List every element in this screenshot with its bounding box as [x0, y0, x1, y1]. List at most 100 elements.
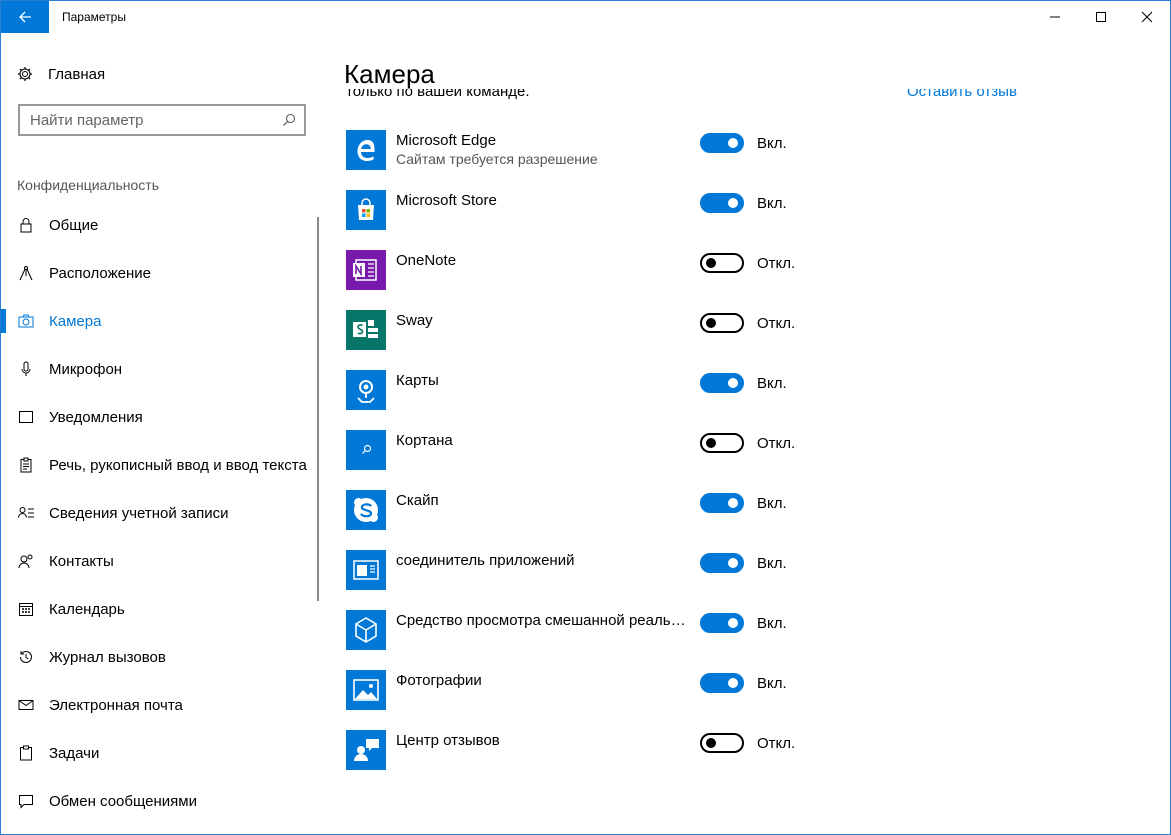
camera-access-toggle[interactable] — [700, 253, 744, 273]
app-name: Средство просмотра смешанной реальности — [396, 612, 691, 629]
app-row-app-connector: соединитель приложений Вкл. — [344, 550, 904, 610]
sidebar-item-notifications[interactable]: Уведомления — [1, 393, 323, 441]
camera-access-toggle[interactable] — [700, 373, 744, 393]
app-name: Центр отзывов — [396, 732, 500, 749]
page-title: Камера — [344, 59, 435, 89]
sidebar: Главная Конфиденциальность Общие Располо… — [1, 33, 323, 834]
toggle-knob — [706, 738, 716, 748]
toggle-state-label: Откл. — [757, 735, 796, 752]
clipboard-icon — [18, 457, 34, 473]
sidebar-item-microphone[interactable]: Микрофон — [1, 345, 323, 393]
search-icon[interactable] — [282, 113, 296, 127]
gear-icon — [17, 66, 33, 82]
app-name: Microsoft Edge — [396, 132, 497, 149]
sidebar-item-label: Уведомления — [49, 408, 143, 426]
sidebar-item-camera[interactable]: Камера — [1, 297, 323, 345]
app-list: Microsoft Edge Сайтам требуется разрешен… — [344, 130, 904, 790]
sidebar-item-tasks[interactable]: Задачи — [1, 729, 323, 777]
mixed-reality-icon — [346, 610, 386, 650]
toggle-knob — [706, 438, 716, 448]
close-icon — [1141, 11, 1153, 23]
toggle-knob — [728, 198, 738, 208]
app-row-maps: Карты Вкл. — [344, 370, 904, 430]
home-link[interactable]: Главная — [17, 63, 105, 85]
sidebar-item-label: Журнал вызовов — [49, 648, 166, 666]
edge-icon — [346, 130, 386, 170]
sidebar-item-label: Календарь — [49, 600, 125, 618]
app-name: Скайп — [396, 492, 439, 509]
search-input[interactable] — [20, 106, 270, 134]
description-text: только по вашей команде. — [346, 89, 530, 100]
onenote-icon — [346, 250, 386, 290]
toggle-knob — [728, 498, 738, 508]
maximize-button[interactable] — [1078, 1, 1124, 33]
sway-icon — [346, 310, 386, 350]
app-row-store: Microsoft Store Вкл. — [344, 190, 904, 250]
app-name: Карты — [396, 372, 439, 389]
camera-access-toggle[interactable] — [700, 433, 744, 453]
toggle-knob — [728, 618, 738, 628]
camera-icon — [18, 313, 34, 329]
toggle-state-label: Откл. — [757, 435, 796, 452]
lock-icon — [18, 217, 34, 233]
home-label: Главная — [48, 65, 106, 83]
notification-icon — [18, 409, 34, 425]
sidebar-item-label: Электронная почта — [49, 696, 183, 714]
toggle-state-label: Вкл. — [757, 555, 787, 572]
sidebar-item-messaging[interactable]: Обмен сообщениями — [1, 777, 323, 825]
sidebar-item-speech[interactable]: Речь, рукописный ввод и ввод текста — [1, 441, 323, 489]
app-name: соединитель приложений — [396, 552, 575, 569]
app-name: Кортана — [396, 432, 453, 449]
sidebar-item-call-history[interactable]: Журнал вызовов — [1, 633, 323, 681]
minimize-icon — [1050, 16, 1060, 18]
window-title: Параметры — [62, 10, 126, 24]
camera-access-toggle[interactable] — [700, 673, 744, 693]
camera-access-toggle[interactable] — [700, 313, 744, 333]
sidebar-item-general[interactable]: Общие — [1, 201, 323, 249]
sidebar-item-label: Обмен сообщениями — [49, 792, 197, 810]
app-name: Sway — [396, 312, 433, 329]
search-box[interactable] — [18, 104, 306, 136]
section-label: Конфиденциальность — [17, 177, 160, 193]
back-button[interactable] — [1, 1, 49, 33]
feedback-link[interactable]: Оставить отзыв — [907, 89, 1017, 100]
tasks-icon — [18, 745, 34, 761]
contacts-icon — [18, 553, 34, 569]
app-row-photos: Фотографии Вкл. — [344, 670, 904, 730]
camera-access-toggle[interactable] — [700, 133, 744, 153]
camera-access-toggle[interactable] — [700, 193, 744, 213]
sidebar-item-location[interactable]: Расположение — [1, 249, 323, 297]
app-row-sway: Sway Откл. — [344, 310, 904, 370]
mail-icon — [18, 697, 34, 713]
sidebar-scrollbar[interactable] — [317, 217, 319, 601]
maximize-icon — [1096, 12, 1106, 22]
history-icon — [18, 649, 34, 665]
clipped-description: только по вашей команде. Оставить отзыв — [344, 89, 1044, 105]
toggle-state-label: Откл. — [757, 315, 796, 332]
camera-access-toggle[interactable] — [700, 493, 744, 513]
sidebar-item-email[interactable]: Электронная почта — [1, 681, 323, 729]
app-row-mixed-reality: Средство просмотра смешанной реальности … — [344, 610, 904, 670]
close-button[interactable] — [1124, 1, 1170, 33]
minimize-button[interactable] — [1032, 1, 1078, 33]
photos-icon — [346, 670, 386, 710]
toggle-state-label: Вкл. — [757, 135, 787, 152]
toggle-knob — [706, 258, 716, 268]
toggle-state-label: Вкл. — [757, 495, 787, 512]
store-icon — [346, 190, 386, 230]
camera-access-toggle[interactable] — [700, 613, 744, 633]
toggle-knob — [728, 678, 738, 688]
sidebar-item-label: Задачи — [49, 744, 100, 762]
sidebar-nav: Общие Расположение Камера Микрофон Уведо… — [1, 201, 323, 825]
skype-icon — [346, 490, 386, 530]
sidebar-item-contacts[interactable]: Контакты — [1, 537, 323, 585]
toggle-knob — [728, 138, 738, 148]
sidebar-item-calendar[interactable]: Календарь — [1, 585, 323, 633]
calendar-icon — [18, 601, 34, 617]
camera-access-toggle[interactable] — [700, 733, 744, 753]
sidebar-item-label: Микрофон — [49, 360, 123, 378]
sidebar-item-account-info[interactable]: Сведения учетной записи — [1, 489, 323, 537]
camera-access-toggle[interactable] — [700, 553, 744, 573]
arrow-left-icon — [19, 11, 31, 23]
sidebar-item-label: Контакты — [49, 552, 114, 570]
